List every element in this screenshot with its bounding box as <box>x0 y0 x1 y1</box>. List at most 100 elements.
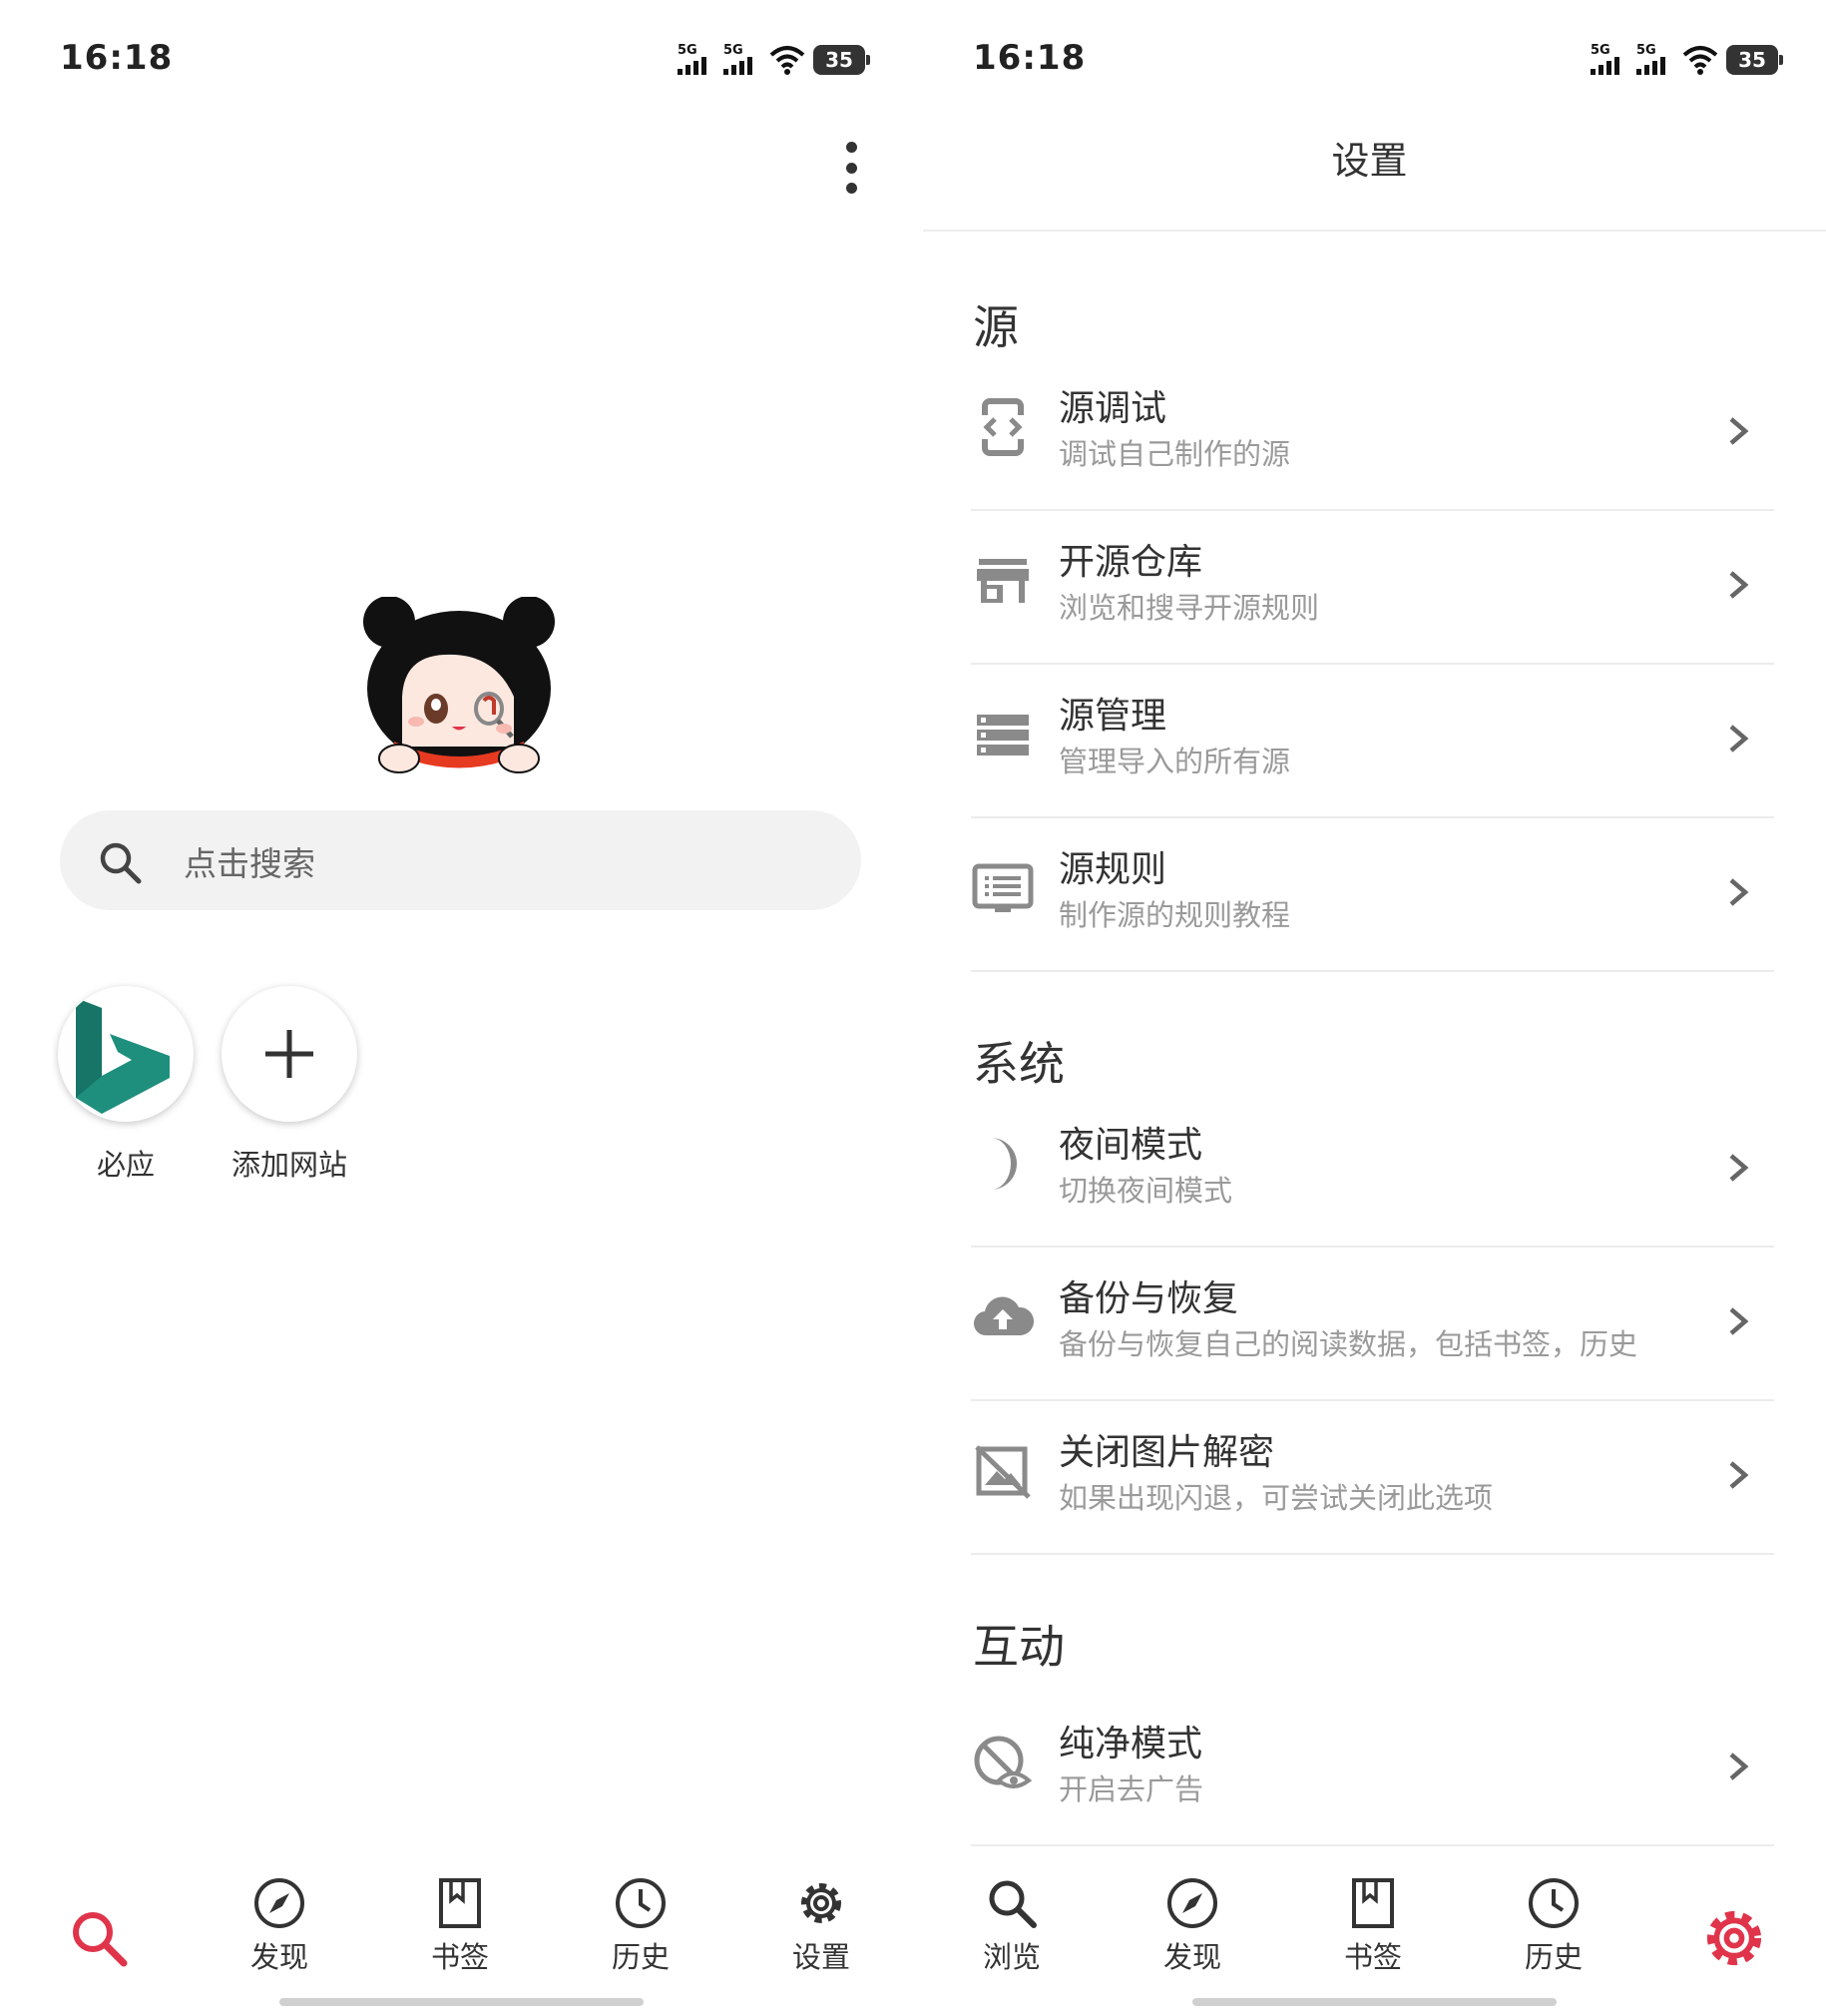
plus-icon <box>222 986 357 1122</box>
nav-settings[interactable]: 设置 <box>761 1876 881 1976</box>
nav-bookmarks[interactable]: 书签 <box>400 1876 520 1976</box>
item-title: 源管理 <box>1059 696 1167 737</box>
nav-label: 历史 <box>611 1940 670 1974</box>
chevron-right-icon <box>1729 1154 1749 1182</box>
code-bracket-icon <box>979 398 1027 456</box>
image-off-icon <box>975 1445 1031 1499</box>
browse-screen: 16:18 5G 5G 35 点击搜索 必应 添加网站 发现 书签 历史 设置 <box>0 0 913 2016</box>
chevron-right-icon <box>1729 1307 1749 1335</box>
settings-item-night-mode[interactable]: 夜间模式 切换夜间模式 <box>971 1092 1774 1248</box>
bottom-nav: 发现 书签 历史 设置 <box>0 1876 913 2006</box>
chevron-right-icon <box>1729 1461 1749 1489</box>
signal-icon: 5G <box>723 44 761 75</box>
wifi-icon <box>769 45 805 75</box>
item-subtitle: 如果出现闪退，可尝试关闭此选项 <box>1059 1481 1494 1515</box>
nav-bookmarks[interactable]: 书签 <box>1313 1876 1433 1976</box>
clock-icon <box>616 1878 666 1928</box>
item-subtitle: 调试自己制作的源 <box>1059 437 1291 471</box>
settings-item-source-rules[interactable]: 源规则 制作源的规则教程 <box>971 816 1774 972</box>
site-label: 必应 <box>96 1148 155 1182</box>
battery-icon: 35 <box>813 44 870 75</box>
section-title-system: 系统 <box>973 1037 1065 1091</box>
nav-label: 设置 <box>791 1940 850 1974</box>
nav-label: 书签 <box>430 1940 489 1974</box>
status-bar: 16:18 5G 5G 35 <box>913 38 1826 88</box>
item-subtitle: 制作源的规则教程 <box>1059 898 1291 932</box>
cloud-upload-icon <box>973 1296 1035 1336</box>
wifi-icon <box>1682 45 1718 75</box>
item-title: 开源仓库 <box>1059 542 1203 583</box>
chevron-right-icon <box>1729 417 1749 445</box>
section-title-source: 源 <box>973 300 1019 354</box>
settings-item-open-repo[interactable]: 开源仓库 浏览和搜寻开源规则 <box>971 509 1774 665</box>
nav-history[interactable]: 历史 <box>581 1876 700 1976</box>
search-icon <box>989 1880 1037 1928</box>
search-bar[interactable]: 点击搜索 <box>60 810 861 910</box>
status-time: 16:18 <box>973 38 1087 78</box>
item-subtitle: 管理导入的所有源 <box>1059 745 1291 778</box>
signal-label: 5G <box>1591 43 1610 58</box>
status-icons: 5G 5G 35 <box>1591 44 1783 75</box>
home-indicator <box>1192 1998 1557 2006</box>
signal-label: 5G <box>1636 43 1656 58</box>
chevron-right-icon <box>1729 1753 1749 1780</box>
item-subtitle: 浏览和搜寻开源规则 <box>1059 591 1320 625</box>
status-icons: 5G 5G 35 <box>678 44 870 75</box>
nav-browse[interactable] <box>39 1906 159 1974</box>
nav-browse[interactable]: 浏览 <box>952 1876 1072 1976</box>
nav-label: 书签 <box>1343 1940 1402 1974</box>
nav-history[interactable]: 历史 <box>1494 1876 1613 1976</box>
bookmark-icon <box>1352 1878 1394 1928</box>
section-title-interaction: 互动 <box>973 1620 1065 1674</box>
nav-discover[interactable]: 发现 <box>1133 1876 1252 1976</box>
item-title: 源规则 <box>1059 849 1167 890</box>
title-divider <box>923 230 1826 232</box>
eye-off-icon <box>974 1736 1033 1788</box>
signal-label: 5G <box>723 43 743 58</box>
settings-item-image-decrypt[interactable]: 关闭图片解密 如果出现闪退，可尝试关闭此选项 <box>971 1399 1774 1555</box>
store-icon <box>977 559 1029 603</box>
status-bar: 16:18 5G 5G 35 <box>0 38 913 88</box>
item-subtitle: 开启去广告 <box>1059 1772 1204 1806</box>
item-title: 夜间模式 <box>1059 1125 1203 1166</box>
more-menu-icon[interactable] <box>836 142 866 194</box>
signal-icon: 5G <box>678 44 715 75</box>
search-icon <box>100 842 142 884</box>
settings-item-source-manage[interactable]: 源管理 管理导入的所有源 <box>971 663 1774 818</box>
status-time: 16:18 <box>60 38 174 78</box>
mascot-logo <box>363 597 555 773</box>
bing-logo-icon <box>58 986 194 1122</box>
settings-item-backup-restore[interactable]: 备份与恢复 备份与恢复自己的阅读数据，包括书签，历史 <box>971 1246 1774 1401</box>
gear-icon <box>801 1883 841 1923</box>
item-subtitle: 备份与恢复自己的阅读数据，包括书签，历史 <box>1059 1327 1638 1361</box>
chevron-right-icon <box>1729 571 1749 599</box>
signal-icon: 5G <box>1591 44 1628 75</box>
item-title: 源调试 <box>1059 388 1167 429</box>
site-label: 添加网站 <box>230 1148 347 1182</box>
compass-icon <box>1167 1878 1217 1928</box>
chevron-right-icon <box>1729 878 1749 906</box>
nav-discover[interactable]: 发现 <box>220 1876 339 1976</box>
item-subtitle: 切换夜间模式 <box>1059 1174 1233 1208</box>
bottom-nav: 浏览 发现 书签 历史 <box>913 1876 1826 2006</box>
site-bing[interactable]: 必应 <box>56 986 196 1184</box>
item-title: 关闭图片解密 <box>1059 1432 1275 1473</box>
add-site-button[interactable]: 添加网站 <box>220 986 359 1184</box>
document-icon <box>972 863 1034 912</box>
page-title: 设置 <box>1331 139 1408 183</box>
bookmark-icon <box>439 1878 481 1928</box>
settings-item-source-debug[interactable]: 源调试 调试自己制作的源 <box>971 355 1774 511</box>
signal-label: 5G <box>678 43 697 58</box>
nav-label: 发现 <box>1162 1940 1221 1974</box>
item-title: 备份与恢复 <box>1059 1278 1239 1319</box>
clock-icon <box>1529 1878 1579 1928</box>
nav-label: 浏览 <box>982 1940 1041 1974</box>
signal-icon: 5G <box>1636 44 1674 75</box>
battery-icon: 35 <box>1726 44 1783 75</box>
search-icon <box>73 1912 128 1967</box>
home-indicator <box>279 1998 644 2006</box>
nav-label: 历史 <box>1524 1940 1583 1974</box>
nav-settings[interactable] <box>1674 1904 1794 1976</box>
moon-icon <box>991 1138 1017 1190</box>
settings-item-pure-mode[interactable]: 纯净模式 开启去广告 <box>971 1691 1774 1846</box>
